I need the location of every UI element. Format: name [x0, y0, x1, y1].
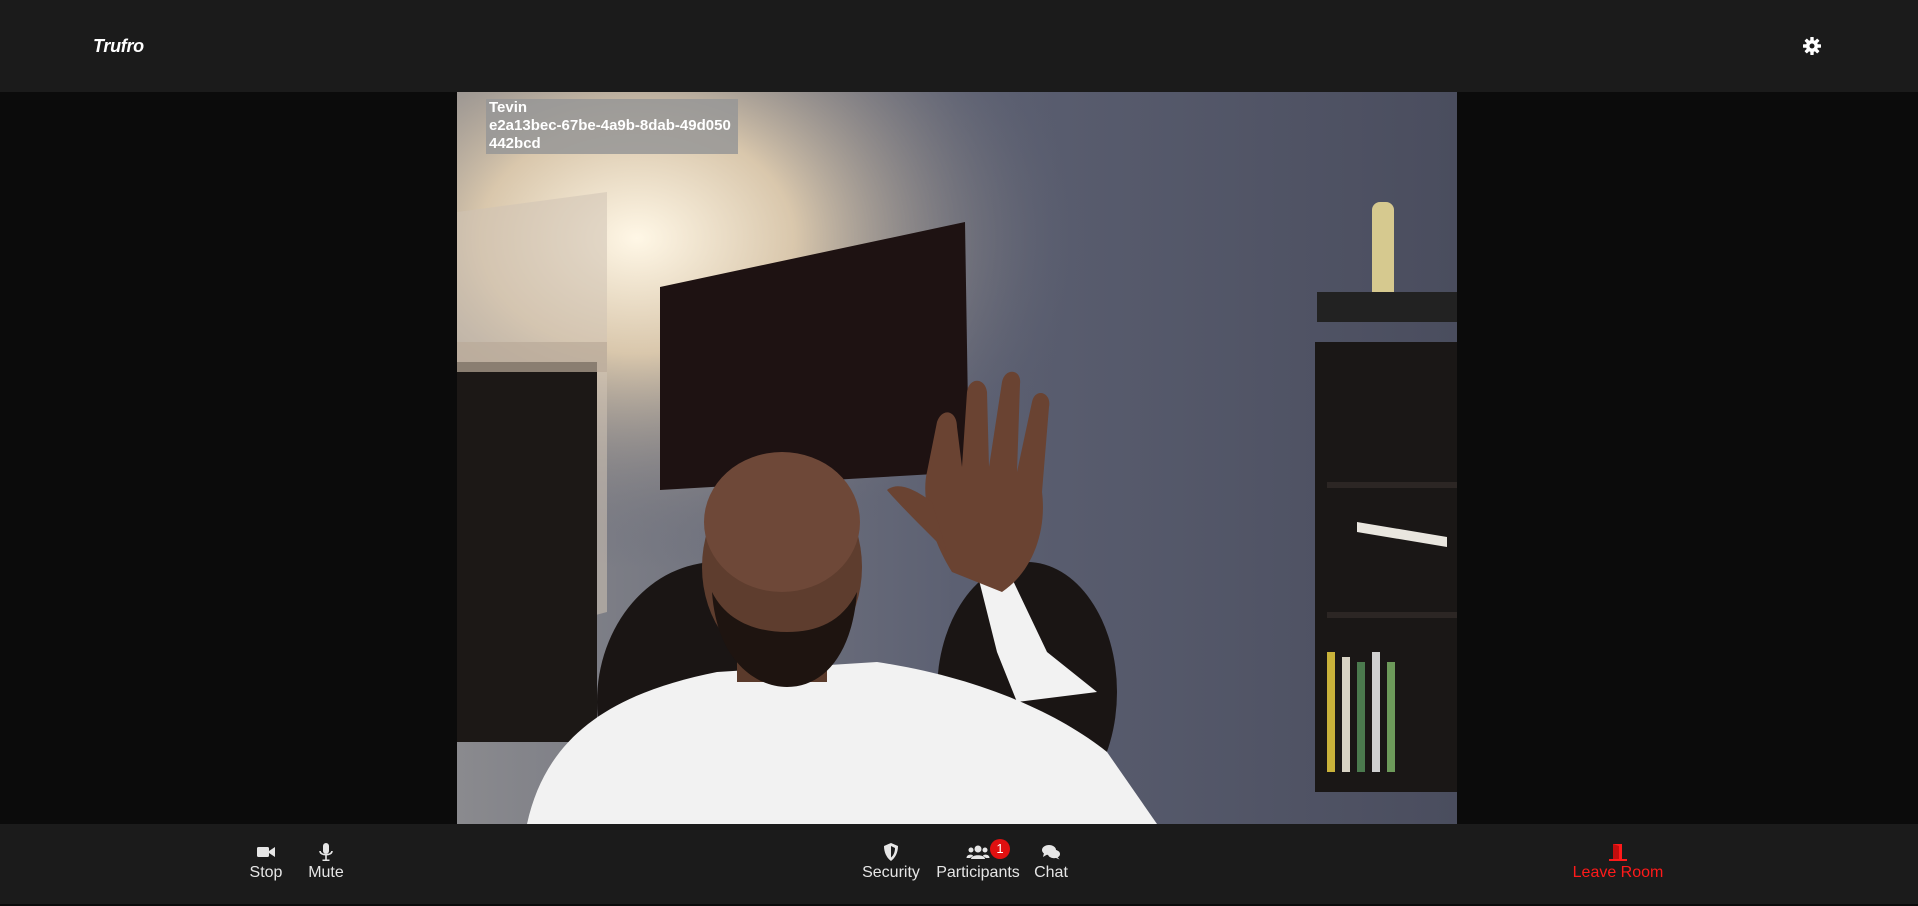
participants-count-badge: 1 [990, 839, 1010, 859]
video-stage: Tevin e2a13bec-67be-4a9b-8dab-49d050442b… [0, 92, 1918, 824]
video-camera-icon [248, 842, 284, 862]
gear-icon[interactable] [1802, 36, 1822, 56]
chat-label: Chat [1034, 864, 1068, 881]
meeting-app: Trufro Tevin e2a13bec-67be-4a9b-8dab-49d… [0, 0, 1918, 906]
chat-button[interactable]: Chat [1034, 842, 1068, 886]
chat-bubbles-icon [1034, 842, 1068, 862]
meeting-toolbar: Stop Mute Security 1 Participants Chat L… [0, 824, 1918, 904]
mute-button[interactable]: Mute [305, 842, 347, 886]
leave-room-button[interactable]: Leave Room [1570, 842, 1666, 886]
top-bar: Trufro [0, 0, 1918, 92]
participant-name-tag: Tevin e2a13bec-67be-4a9b-8dab-49d050442b… [486, 99, 738, 154]
participant-id: e2a13bec-67be-4a9b-8dab-49d050442bcd [489, 117, 731, 152]
participants-button[interactable]: 1 Participants [933, 839, 1023, 886]
leave-room-label: Leave Room [1572, 864, 1664, 881]
mute-label: Mute [308, 864, 344, 881]
participants-label: Participants [936, 864, 1020, 881]
door-exit-icon [1570, 842, 1666, 862]
brand-logo: Trufro [93, 36, 144, 56]
participant-name: Tevin [489, 99, 528, 116]
stop-video-button[interactable]: Stop [248, 842, 284, 886]
participant-video: Tevin e2a13bec-67be-4a9b-8dab-49d050442b… [457, 92, 1457, 824]
shield-icon [860, 842, 922, 862]
video-frame-image [457, 92, 1457, 824]
security-button[interactable]: Security [860, 842, 922, 886]
stop-label: Stop [249, 864, 283, 881]
security-label: Security [862, 864, 920, 881]
microphone-icon [305, 842, 347, 862]
